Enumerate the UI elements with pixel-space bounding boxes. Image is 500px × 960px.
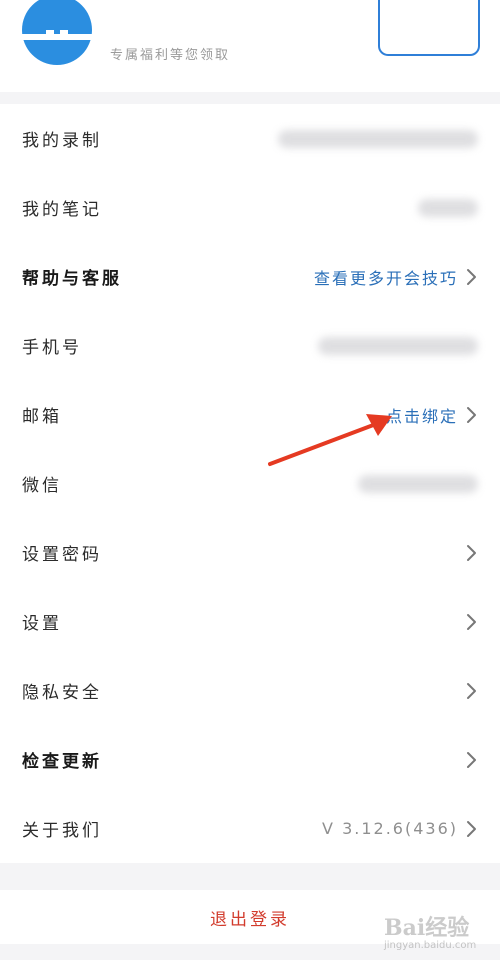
settings-row[interactable]: 邮箱 点击绑定	[0, 380, 500, 449]
settings-row[interactable]: 手机号	[0, 311, 500, 380]
settings-row-right	[466, 613, 478, 631]
redacted-value	[418, 198, 478, 217]
chevron-right-icon	[467, 682, 476, 699]
settings-row-label: 设置密码	[22, 545, 102, 565]
settings-row-label: 帮助与客服	[22, 269, 122, 289]
settings-row[interactable]: 设置密码	[0, 518, 500, 587]
settings-row-label: 隐私安全	[22, 683, 102, 703]
redacted-value	[278, 129, 478, 148]
settings-row-label: 我的录制	[22, 131, 102, 151]
redacted-value	[358, 474, 478, 493]
settings-row-label: 检查更新	[22, 752, 102, 772]
watermark: Bai经验 jingyan.baidu.com	[384, 904, 500, 960]
header-action-button[interactable]	[378, 0, 480, 56]
settings-row-label: 我的笔记	[22, 200, 102, 220]
settings-row-value: V 3.12.6(436)	[322, 819, 458, 838]
chevron-right-icon	[467, 613, 476, 630]
settings-row-right	[418, 198, 478, 217]
watermark-url: jingyan.baidu.com	[384, 940, 477, 951]
promo-text: 专属福利等您领取	[110, 48, 231, 63]
settings-row-right	[358, 474, 478, 493]
settings-row-right	[466, 544, 478, 562]
settings-row[interactable]: 关于我们 V 3.12.6(436)	[0, 794, 500, 863]
settings-row[interactable]: 帮助与客服 查看更多开会技巧	[0, 242, 500, 311]
chevron-right-icon	[467, 751, 476, 768]
settings-row-label: 关于我们	[22, 821, 102, 841]
chevron-right-icon	[467, 820, 476, 837]
settings-row[interactable]: 我的笔记	[0, 173, 500, 242]
settings-row-label: 微信	[22, 476, 62, 496]
settings-row-value[interactable]: 点击绑定	[386, 403, 458, 427]
chevron-right-icon	[467, 406, 476, 423]
settings-list: 我的录制我的笔记帮助与客服 查看更多开会技巧手机号邮箱 点击绑定微信设置密码设置隐私…	[0, 104, 500, 863]
chevron-right-icon	[467, 268, 476, 285]
settings-row-right: 点击绑定	[386, 403, 478, 427]
settings-row-right	[466, 682, 478, 700]
settings-row[interactable]: 隐私安全	[0, 656, 500, 725]
profile-header: 专属福利等您领取	[0, 0, 500, 92]
redacted-value	[318, 336, 478, 355]
settings-row-label: 邮箱	[22, 407, 62, 427]
settings-row[interactable]: 设置	[0, 587, 500, 656]
settings-row-right	[278, 129, 478, 148]
settings-row[interactable]: 我的录制	[0, 104, 500, 173]
settings-row-right	[466, 751, 478, 769]
settings-row-right	[318, 336, 478, 355]
settings-row[interactable]: 微信	[0, 449, 500, 518]
chevron-right-icon	[467, 544, 476, 561]
watermark-brand: Bai经验	[384, 915, 470, 941]
avatar-logo-icon	[22, 0, 92, 65]
logout-button[interactable]: 退出登录	[204, 904, 296, 931]
settings-row-right: 查看更多开会技巧	[314, 265, 478, 289]
settings-row-right: V 3.12.6(436)	[322, 819, 478, 838]
settings-row[interactable]: 检查更新	[0, 725, 500, 794]
settings-row-label: 手机号	[22, 338, 82, 358]
settings-row-value[interactable]: 查看更多开会技巧	[314, 265, 458, 289]
settings-row-label: 设置	[22, 614, 62, 634]
avatar[interactable]	[22, 0, 92, 68]
